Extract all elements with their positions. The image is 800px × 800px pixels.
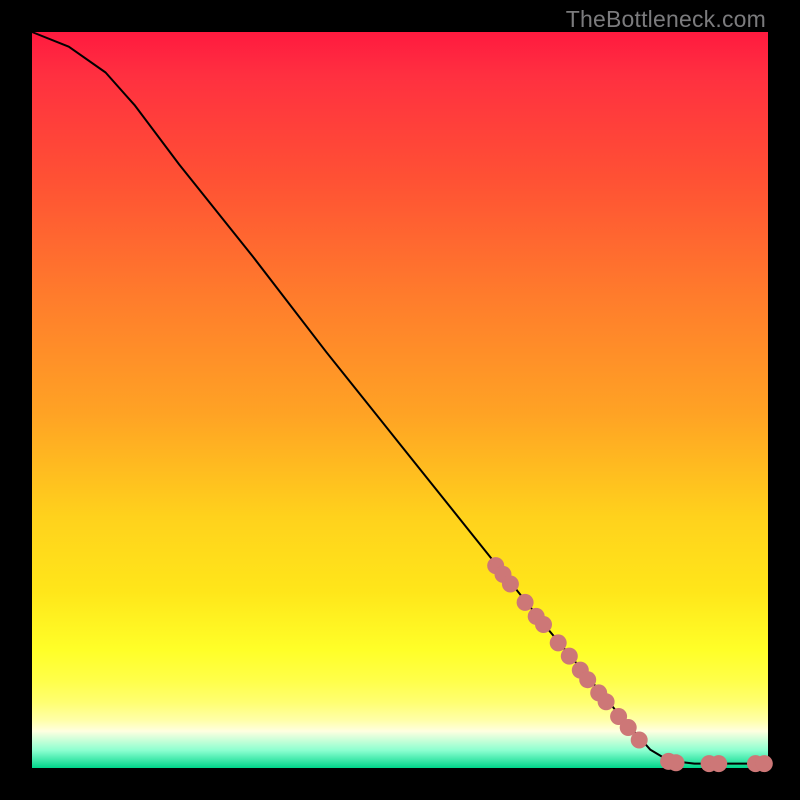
data-point bbox=[535, 616, 552, 633]
data-point bbox=[561, 648, 578, 665]
plot-area bbox=[32, 32, 768, 768]
data-point bbox=[579, 671, 596, 688]
data-points-group bbox=[487, 557, 773, 772]
data-point bbox=[502, 576, 519, 593]
page-root: TheBottleneck.com bbox=[0, 0, 800, 800]
watermark-text: TheBottleneck.com bbox=[566, 6, 766, 33]
chart-svg bbox=[32, 32, 768, 768]
data-point bbox=[710, 755, 727, 772]
data-point bbox=[550, 634, 567, 651]
data-point bbox=[756, 755, 773, 772]
data-point bbox=[517, 594, 534, 611]
data-point bbox=[668, 754, 685, 771]
data-point bbox=[598, 693, 615, 710]
curve-line bbox=[32, 32, 768, 764]
data-point bbox=[631, 732, 648, 749]
